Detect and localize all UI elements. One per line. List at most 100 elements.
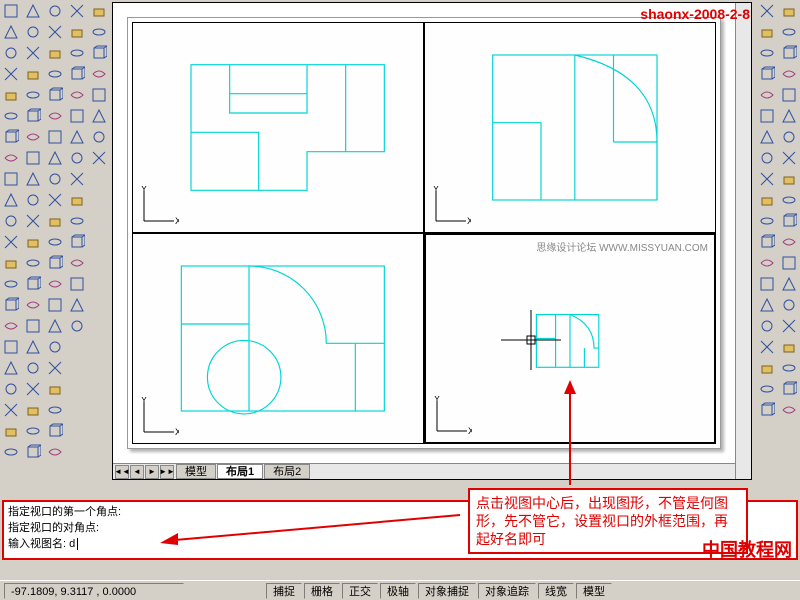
tool-btn-r0-2[interactable] — [757, 43, 777, 63]
viewport-top-left[interactable]: XY — [132, 22, 424, 233]
tool-btn-l2-14[interactable] — [45, 295, 65, 315]
tool-btn-l1-0[interactable] — [23, 1, 43, 21]
tab-layout1[interactable]: 布局1 — [217, 464, 263, 479]
tool-btn-l4-0[interactable] — [89, 1, 109, 21]
tool-btn-r1-18[interactable] — [779, 379, 799, 399]
tool-btn-l0-5[interactable] — [1, 106, 21, 126]
tool-btn-r1-17[interactable] — [779, 358, 799, 378]
tool-btn-r0-5[interactable] — [757, 106, 777, 126]
tool-btn-l1-19[interactable] — [23, 400, 43, 420]
tool-btn-r0-6[interactable] — [757, 127, 777, 147]
tab-nav-next[interactable]: ► — [145, 465, 159, 479]
tool-btn-l0-6[interactable] — [1, 127, 21, 147]
tool-btn-r0-0[interactable] — [757, 1, 777, 21]
tool-btn-l2-6[interactable] — [45, 127, 65, 147]
tool-btn-r1-11[interactable] — [779, 232, 799, 252]
tool-btn-r0-12[interactable] — [757, 253, 777, 273]
tool-btn-l3-4[interactable] — [67, 85, 87, 105]
tool-btn-r0-8[interactable] — [757, 169, 777, 189]
tool-btn-l0-1[interactable] — [1, 22, 21, 42]
tool-btn-l3-6[interactable] — [67, 127, 87, 147]
status-model[interactable]: 模型 — [576, 583, 612, 599]
tool-btn-r0-3[interactable] — [757, 64, 777, 84]
tool-btn-r1-2[interactable] — [779, 43, 799, 63]
tool-btn-r0-4[interactable] — [757, 85, 777, 105]
tab-nav-prev[interactable]: ◄ — [130, 465, 144, 479]
tool-btn-r0-15[interactable] — [757, 316, 777, 336]
tool-btn-l2-10[interactable] — [45, 211, 65, 231]
tool-btn-l3-14[interactable] — [67, 295, 87, 315]
tool-btn-l1-14[interactable] — [23, 295, 43, 315]
tool-btn-l4-4[interactable] — [89, 85, 109, 105]
viewport-top-right[interactable]: XY — [424, 22, 716, 233]
tool-btn-r1-7[interactable] — [779, 148, 799, 168]
status-otrack[interactable]: 对象追踪 — [478, 583, 536, 599]
tool-btn-r0-11[interactable] — [757, 232, 777, 252]
status-snap[interactable]: 捕捉 — [266, 583, 302, 599]
tool-btn-r1-5[interactable] — [779, 106, 799, 126]
tool-btn-l2-8[interactable] — [45, 169, 65, 189]
tool-btn-l4-5[interactable] — [89, 106, 109, 126]
tool-btn-l2-18[interactable] — [45, 379, 65, 399]
tool-btn-l1-8[interactable] — [23, 169, 43, 189]
tool-btn-r0-9[interactable] — [757, 190, 777, 210]
tool-btn-l0-0[interactable] — [1, 1, 21, 21]
tool-btn-l4-2[interactable] — [89, 43, 109, 63]
tool-btn-l0-8[interactable] — [1, 169, 21, 189]
scrollbar-vertical[interactable] — [735, 3, 751, 479]
tool-btn-l2-16[interactable] — [45, 337, 65, 357]
tool-btn-l0-16[interactable] — [1, 337, 21, 357]
tool-btn-l2-1[interactable] — [45, 22, 65, 42]
tool-btn-l1-11[interactable] — [23, 232, 43, 252]
tool-btn-l0-18[interactable] — [1, 379, 21, 399]
tool-btn-l3-12[interactable] — [67, 253, 87, 273]
tool-btn-l1-16[interactable] — [23, 337, 43, 357]
tool-btn-l1-18[interactable] — [23, 379, 43, 399]
command-input[interactable]: d — [69, 538, 75, 550]
tool-btn-l0-13[interactable] — [1, 274, 21, 294]
tool-btn-r1-19[interactable] — [779, 400, 799, 420]
tool-btn-l3-5[interactable] — [67, 106, 87, 126]
tool-btn-l3-3[interactable] — [67, 64, 87, 84]
tool-btn-l1-21[interactable] — [23, 442, 43, 462]
tool-btn-r1-6[interactable] — [779, 127, 799, 147]
tool-btn-r1-10[interactable] — [779, 211, 799, 231]
tool-btn-r0-18[interactable] — [757, 379, 777, 399]
tool-btn-l1-15[interactable] — [23, 316, 43, 336]
tool-btn-l0-4[interactable] — [1, 85, 21, 105]
tool-btn-l1-9[interactable] — [23, 190, 43, 210]
tool-btn-l0-10[interactable] — [1, 211, 21, 231]
viewport-bottom-left[interactable]: XY — [132, 233, 424, 444]
tool-btn-l2-15[interactable] — [45, 316, 65, 336]
tool-btn-l0-2[interactable] — [1, 43, 21, 63]
tool-btn-l2-7[interactable] — [45, 148, 65, 168]
tool-btn-l2-5[interactable] — [45, 106, 65, 126]
tool-btn-r0-16[interactable] — [757, 337, 777, 357]
tab-layout2[interactable]: 布局2 — [264, 464, 310, 479]
tool-btn-r0-1[interactable] — [757, 22, 777, 42]
tool-btn-r0-10[interactable] — [757, 211, 777, 231]
tool-btn-l1-5[interactable] — [23, 106, 43, 126]
tool-btn-l0-7[interactable] — [1, 148, 21, 168]
tool-btn-l1-3[interactable] — [23, 64, 43, 84]
status-grid[interactable]: 栅格 — [304, 583, 340, 599]
tool-btn-r1-8[interactable] — [779, 169, 799, 189]
tool-btn-l3-13[interactable] — [67, 274, 87, 294]
tool-btn-l2-13[interactable] — [45, 274, 65, 294]
tool-btn-l3-1[interactable] — [67, 22, 87, 42]
tool-btn-l3-8[interactable] — [67, 169, 87, 189]
tool-btn-l2-19[interactable] — [45, 400, 65, 420]
tool-btn-l0-20[interactable] — [1, 421, 21, 441]
tool-btn-l1-17[interactable] — [23, 358, 43, 378]
status-osnap[interactable]: 对象捕捉 — [418, 583, 476, 599]
tool-btn-l1-2[interactable] — [23, 43, 43, 63]
tool-btn-l1-13[interactable] — [23, 274, 43, 294]
tool-btn-l3-11[interactable] — [67, 232, 87, 252]
status-lwt[interactable]: 线宽 — [538, 583, 574, 599]
tool-btn-l3-0[interactable] — [67, 1, 87, 21]
tool-btn-l2-4[interactable] — [45, 85, 65, 105]
tool-btn-l2-20[interactable] — [45, 421, 65, 441]
tool-btn-l0-9[interactable] — [1, 190, 21, 210]
tool-btn-r1-16[interactable] — [779, 337, 799, 357]
tab-nav-last[interactable]: ►► — [160, 465, 174, 479]
